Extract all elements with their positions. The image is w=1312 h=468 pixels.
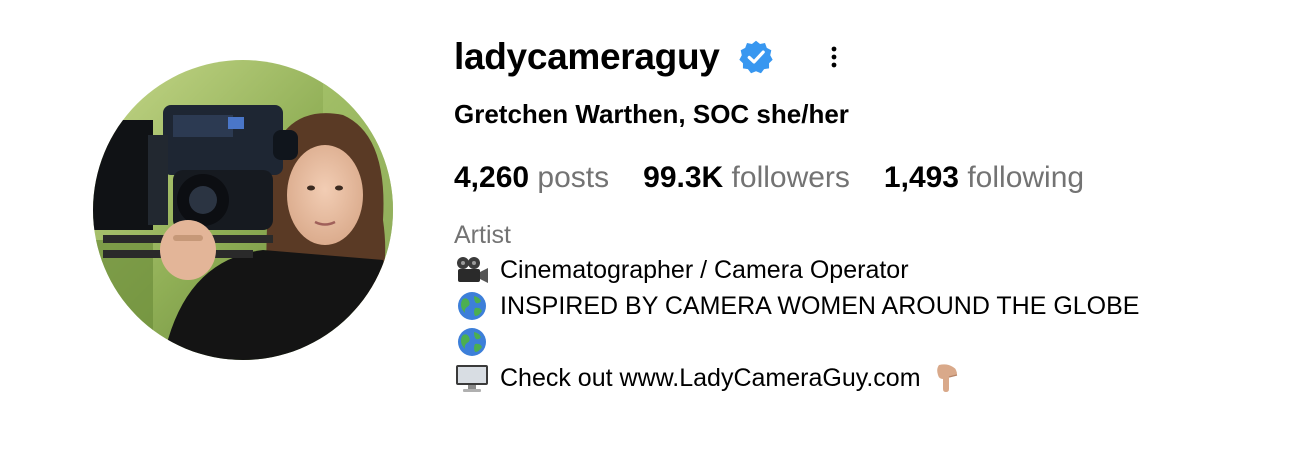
website-link[interactable]: www.LadyCameraGuy.com [620, 360, 921, 396]
globe-icon [454, 326, 490, 358]
following-count: 1,493 [883, 161, 959, 194]
profile-info: ladycameraguy Gretchen Warthen, SOC she/… [454, 30, 1274, 396]
posts-label: posts [537, 161, 610, 194]
bio-line-3 [454, 324, 1274, 360]
username-row: ladycameraguy [454, 30, 1274, 84]
bio-line-4-prefix: Check out [500, 364, 620, 392]
profile-bio: Cinematographer / Camera Operator INSPIR… [454, 252, 1274, 396]
followers-count: 99.3K [643, 161, 724, 194]
movie-camera-icon [454, 254, 490, 286]
followers-label: followers [731, 161, 850, 194]
pointing-down-hand-icon [929, 362, 965, 394]
verified-badge-icon [738, 39, 774, 75]
globe-icon [454, 290, 490, 322]
followers-stat[interactable]: 99.3K followers [643, 158, 850, 198]
desktop-computer-icon [454, 362, 490, 394]
avatar-photo [93, 60, 393, 360]
bio-line-1-text: Cinematographer / Camera Operator [500, 256, 909, 284]
posts-count: 4,260 [454, 161, 530, 194]
bio-line-2: INSPIRED BY CAMERA WOMEN AROUND THE GLOB… [454, 288, 1274, 324]
profile-full-name: Gretchen Warthen, SOC she/her [454, 99, 849, 129]
profile-stats: 4,260 posts 99.3K followers 1,493 follow… [454, 158, 1274, 198]
bio-line-1: Cinematographer / Camera Operator [454, 252, 1274, 288]
more-options-icon[interactable] [824, 42, 844, 72]
bio-line-4: Check out www.LadyCameraGuy.com [454, 360, 1274, 396]
bio-line-2-text: INSPIRED BY CAMERA WOMEN AROUND THE GLOB… [500, 292, 1140, 320]
profile-avatar[interactable] [93, 60, 393, 360]
profile-username[interactable]: ladycameraguy [454, 36, 720, 78]
following-stat[interactable]: 1,493 following [884, 158, 1084, 198]
profile-header: ladycameraguy Gretchen Warthen, SOC she/… [0, 0, 1312, 468]
posts-stat[interactable]: 4,260 posts [454, 158, 609, 198]
profile-category: Artist [454, 221, 511, 249]
following-label: following [967, 161, 1085, 194]
